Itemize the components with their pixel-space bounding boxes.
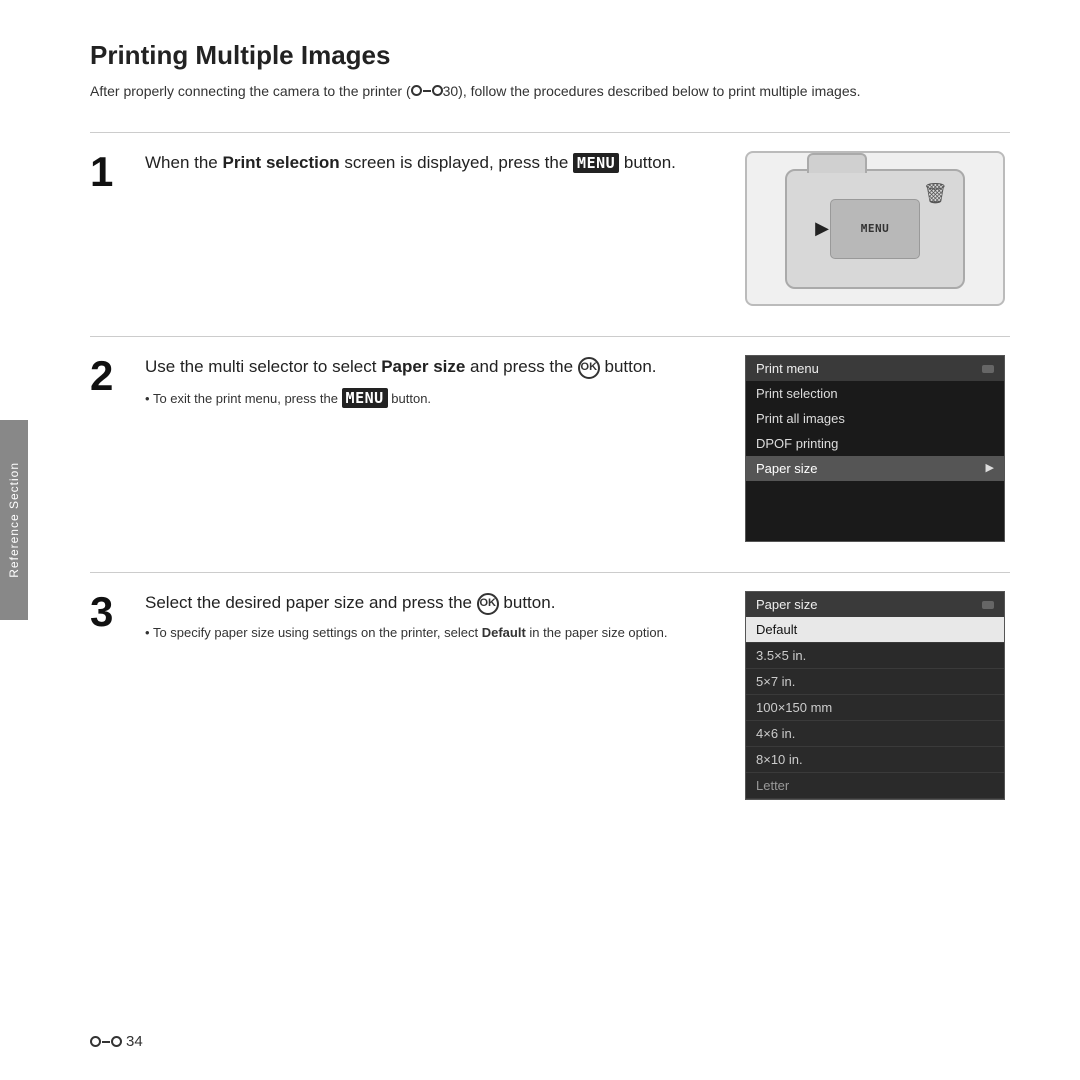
paper-size-3x5: 3.5×5 in. [746,643,1004,669]
paper-size-letter: Letter [746,773,1004,799]
print-menu-header: Print menu [746,356,1004,381]
page-title: Printing Multiple Images [90,40,1010,71]
step-2-note: To exit the print menu, press the MENU b… [145,387,720,410]
step-3-content: Select the desired paper size and press … [145,591,740,800]
arrow-indicator [809,222,829,236]
paper-menu-title: Paper size [756,597,817,612]
intro-text: After properly connecting the camera to … [90,81,1010,102]
step-2-title: Use the multi selector to select Paper s… [145,355,720,379]
step-1-content: When the Print selection screen is displ… [145,151,740,306]
step-3-title: Select the desired paper size and press … [145,591,720,615]
trash-icon: 🗑 [923,181,948,206]
footer-page: 34 [126,1033,143,1050]
paper-menu: Paper size Default 3.5×5 in. 5×7 in. 100… [745,591,1005,800]
camera-body: 🗑 MENU [785,169,965,289]
print-menu-dot [982,365,994,373]
print-menu-item-selection: Print selection [746,381,1004,406]
camera-top-bump [807,153,867,173]
step-1: 1 When the Print selection screen is dis… [90,132,1010,306]
page: Reference Section Printing Multiple Imag… [0,0,1080,1080]
step-3-number: 3 [90,591,145,800]
paper-size-8x10: 8×10 in. [746,747,1004,773]
paper-menu-dot [982,601,994,609]
menu-btn-label: MENU [861,222,890,235]
step-2-content: Use the multi selector to select Paper s… [145,355,740,542]
step-1-number: 1 [90,151,145,306]
sidebar-tab: Reference Section [0,420,28,620]
step-3: 3 Select the desired paper size and pres… [90,572,1010,800]
footer: 34 [90,1033,143,1050]
sidebar-label: Reference Section [7,462,21,578]
print-menu-title: Print menu [756,361,819,376]
paper-size-100x150: 100×150 mm [746,695,1004,721]
paper-size-default: Default [746,617,1004,643]
step-3-note: To specify paper size using settings on … [145,623,720,643]
print-menu-item-dpof: DPOF printing [746,431,1004,456]
step-1-title: When the Print selection screen is displ… [145,151,720,175]
print-menu-empty [746,481,1004,541]
step-2: 2 Use the multi selector to select Paper… [90,336,1010,542]
paper-size-4x6: 4×6 in. [746,721,1004,747]
camera-illustration: 🗑 MENU [745,151,1005,306]
print-menu-item-paper: Paper size [746,456,1004,481]
paper-size-5x7: 5×7 in. [746,669,1004,695]
step-2-image: Print menu Print selection Print all ima… [740,355,1010,542]
print-menu-item-all: Print all images [746,406,1004,431]
step-1-image: 🗑 MENU [740,151,1010,306]
menu-button-area: MENU [830,199,920,259]
print-menu: Print menu Print selection Print all ima… [745,355,1005,542]
footer-icon [90,1036,122,1047]
step-3-image: Paper size Default 3.5×5 in. 5×7 in. 100… [740,591,1010,800]
step-2-number: 2 [90,355,145,542]
paper-menu-header: Paper size [746,592,1004,617]
